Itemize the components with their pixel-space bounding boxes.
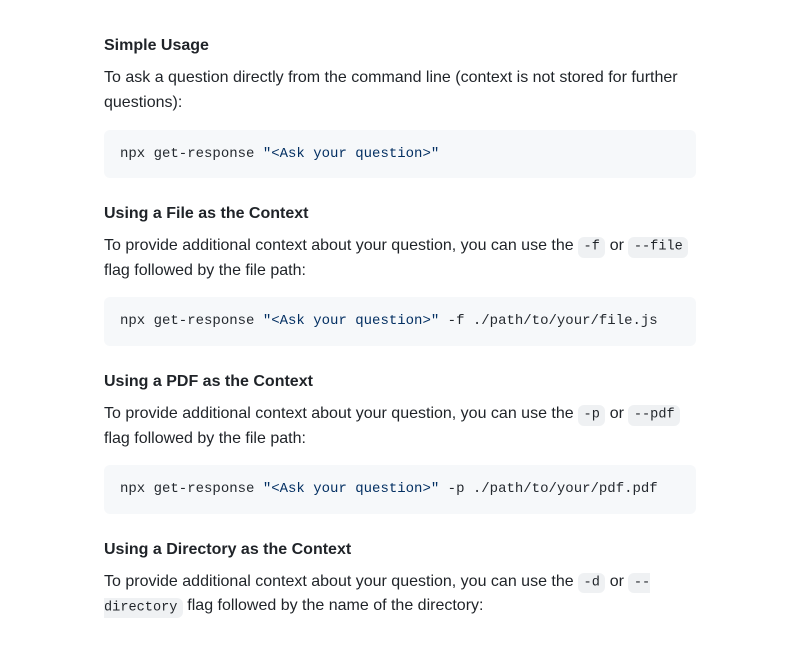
code-suffix: -f ./path/to/your/file.js: [439, 313, 657, 329]
code-content: npx get-response "<Ask your question>": [120, 146, 439, 162]
code-string: "<Ask your question>": [263, 313, 439, 329]
text: To provide additional context about your…: [104, 405, 578, 422]
heading-simple-usage: Simple Usage: [104, 34, 696, 58]
code-block-file-context: npx get-response "<Ask your question>" -…: [104, 297, 696, 345]
code-block-pdf-context: npx get-response "<Ask your question>" -…: [104, 465, 696, 513]
text: or: [605, 237, 628, 254]
text: To provide additional context about your…: [104, 237, 578, 254]
inline-code-f-flag: -f: [578, 237, 605, 257]
code-suffix: -p ./path/to/your/pdf.pdf: [439, 481, 657, 497]
inline-code-file-flag: --file: [628, 237, 688, 257]
text: flag followed by the name of the directo…: [183, 597, 484, 614]
heading-file-context: Using a File as the Context: [104, 202, 696, 226]
paragraph-file-context: To provide additional context about your…: [104, 234, 696, 284]
code-content: npx get-response "<Ask your question>" -…: [120, 481, 658, 497]
text: or: [605, 405, 628, 422]
code-block-simple-usage: npx get-response "<Ask your question>": [104, 130, 696, 178]
inline-code-pdf-flag: --pdf: [628, 405, 680, 425]
heading-directory-context: Using a Directory as the Context: [104, 538, 696, 562]
code-content: npx get-response "<Ask your question>" -…: [120, 313, 658, 329]
inline-code-p-flag: -p: [578, 405, 605, 425]
text: flag followed by the file path:: [104, 262, 306, 279]
text: or: [605, 573, 628, 590]
inline-code-d-flag: -d: [578, 573, 605, 593]
code-string: "<Ask your question>": [263, 146, 439, 162]
text: To ask a question directly from the comm…: [104, 69, 678, 111]
paragraph-simple-usage: To ask a question directly from the comm…: [104, 66, 696, 116]
doc-container: Simple Usage To ask a question directly …: [20, 0, 780, 653]
paragraph-directory-context: To provide additional context about your…: [104, 570, 696, 620]
text: To provide additional context about your…: [104, 573, 578, 590]
code-string: "<Ask your question>": [263, 481, 439, 497]
code-prefix: npx get-response: [120, 146, 263, 162]
code-prefix: npx get-response: [120, 313, 263, 329]
text: flag followed by the file path:: [104, 430, 306, 447]
paragraph-pdf-context: To provide additional context about your…: [104, 402, 696, 452]
heading-pdf-context: Using a PDF as the Context: [104, 370, 696, 394]
code-prefix: npx get-response: [120, 481, 263, 497]
